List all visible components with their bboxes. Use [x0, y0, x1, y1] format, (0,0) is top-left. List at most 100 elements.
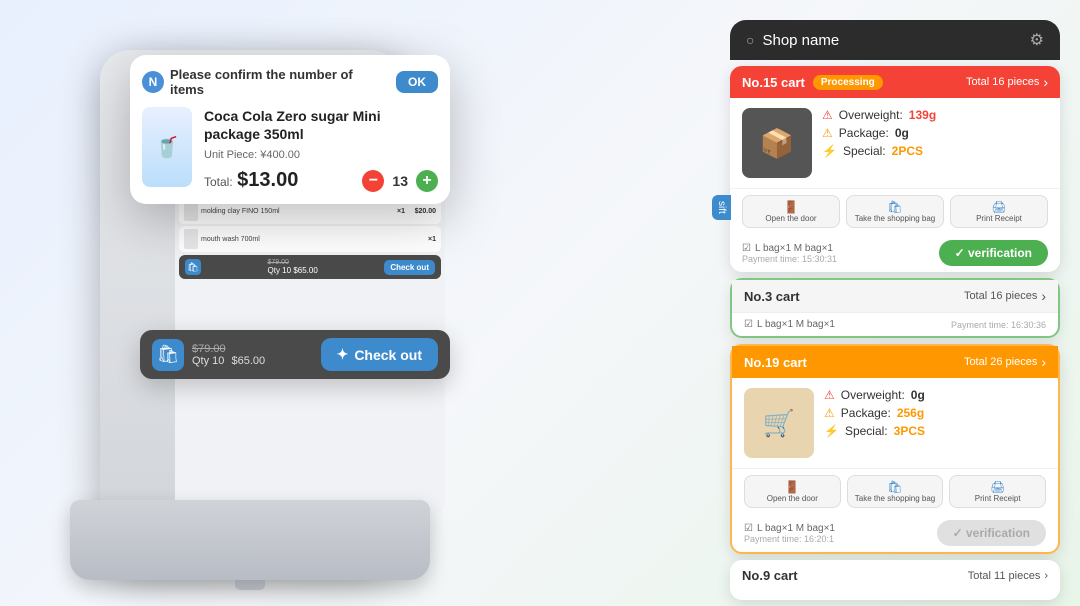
package-icon: ⚠: [822, 126, 833, 140]
bag-info-text: ☑ L bag×1 M bag×1: [742, 243, 837, 254]
chevron-right-19-icon: ›: [1041, 354, 1046, 370]
verification-button-15[interactable]: ✓ verification: [939, 240, 1048, 266]
checkout-orig-price: $79.00: [192, 343, 321, 355]
total-text: Total:: [204, 175, 233, 189]
right-panel: ○ Shop name ⚙ No.15 cart Processing Tota…: [730, 20, 1060, 600]
cart-3-bag-info: ☑ L bag×1 M bag×1: [744, 319, 835, 330]
confirm-dialog: N Please confirm the number of items OK …: [130, 55, 450, 204]
bag-action-icon: 🛍: [849, 200, 941, 214]
cart-19-bag-footer: ☑ L bag×1 M bag×1 Payment time: 16:20:1: [744, 523, 835, 544]
item-name-2: molding clay FINO 150ml: [201, 208, 388, 215]
bag-19-icon: 🛍: [850, 480, 941, 494]
cart-footer: 🛍 $79.00 Qty 10 $65.00 Check out: [179, 255, 441, 279]
bag-info-19: ☑ L bag×1 M bag×1: [744, 523, 835, 534]
kiosk-base: [70, 500, 430, 580]
product-name: Coca Cola Zero sugar Mini package 350ml: [204, 107, 438, 143]
confirm-title: Please confirm the number of items: [170, 67, 390, 97]
overweight-icon: ⚠: [822, 108, 833, 122]
item-qty-2: ×1: [391, 208, 405, 215]
cart-card-3: No.3 cart Total 16 pieces › ☑ L bag×1 M …: [730, 278, 1060, 338]
checkout-details: Qty 10 $65.00: [192, 355, 321, 367]
checkout-btn-small[interactable]: Check out: [384, 260, 435, 275]
checkout-info: $79.00 Qty 10 $65.00: [184, 343, 321, 367]
processing-badge: Processing: [813, 75, 883, 90]
cart-3-header: No.3 cart Total 16 pieces ›: [732, 280, 1058, 313]
open-door-19-button[interactable]: 🚪 Open the door: [744, 475, 841, 508]
cart-19-total-pieces: Total 26 pieces ›: [964, 354, 1046, 370]
n-badge: N: [142, 71, 164, 93]
shop-header: ○ Shop name ⚙: [730, 20, 1060, 60]
cart-15-body: 📦 ⚠ Overweight: 139g ⚠ Package: 0g ⚡ Spe…: [730, 98, 1060, 188]
cart-19-number: No.19 cart: [744, 355, 807, 370]
confirm-product: 🥤 Coca Cola Zero sugar Mini package 350m…: [142, 107, 438, 192]
cart-footer-total: $79.00 Qty 10 $65.00: [268, 259, 318, 275]
qty-number: 13: [392, 173, 408, 189]
unit-price: Unit Piece: ¥400.00: [204, 149, 438, 161]
special-19-label: Special:: [845, 424, 888, 438]
cart-15-number: No.15 cart: [742, 75, 805, 90]
confirm-dialog-header: N Please confirm the number of items OK: [142, 67, 438, 97]
print-receipt-button[interactable]: 🖨 Print Receipt: [950, 195, 1048, 228]
cart-3-body: ☑ L bag×1 M bag×1 Payment time: 16:30:36: [732, 313, 1058, 336]
cart-19-thumbnail: 🛒: [744, 388, 814, 458]
overweight-row-19: ⚠ Overweight: 0g: [824, 388, 1046, 402]
qty-minus-button[interactable]: −: [362, 170, 384, 192]
overweight-19-value: 0g: [911, 388, 925, 402]
cart-footer-qty-total: Qty 10 $65.00: [268, 266, 318, 275]
chevron-right-9-icon: ›: [1044, 570, 1048, 582]
special-19-icon: ⚡: [824, 424, 839, 438]
cart-19-body: 🛒 ⚠ Overweight: 0g ⚠ Package: 256g ⚡ Spe…: [732, 378, 1058, 468]
chevron-right-icon: ›: [1043, 74, 1048, 90]
overweight-19-icon: ⚠: [824, 388, 835, 402]
cart-3-number: No.3 cart: [744, 289, 800, 304]
print-19-icon: 🖨: [952, 480, 1043, 494]
cart-bag-icon: 🛍: [185, 259, 201, 275]
qty-control: − 13 +: [362, 170, 438, 192]
cart-19-header: No.19 cart Total 26 pieces ›: [732, 346, 1058, 378]
sift-button[interactable]: sift: [712, 195, 731, 220]
cart-card-15: No.15 cart Processing Total 16 pieces › …: [730, 66, 1060, 272]
package-19-label: Package:: [841, 406, 891, 420]
large-checkout-button[interactable]: ✦ Check out: [321, 338, 438, 371]
cart-19-details: ⚠ Overweight: 0g ⚠ Package: 256g ⚡ Speci…: [824, 388, 1046, 458]
overweight-row: ⚠ Overweight: 139g: [822, 108, 1048, 122]
open-door-button[interactable]: 🚪 Open the door: [742, 195, 840, 228]
total-label: Total: $13.00: [204, 169, 298, 192]
payment-time-3: Payment time: 16:30:36: [951, 320, 1046, 330]
confirm-ok-button[interactable]: OK: [396, 71, 438, 93]
package-19-icon: ⚠: [824, 406, 835, 420]
package-value: 0g: [895, 126, 909, 140]
total-row: Total: $13.00 − 13 +: [204, 169, 438, 192]
large-checkout-bar: 🛍 $79.00 Qty 10 $65.00 ✦ Check out: [140, 330, 450, 379]
payment-time-15: Payment time: 15:30:31: [742, 254, 837, 264]
print-icon: 🖨: [953, 200, 1045, 214]
print-receipt-19-button[interactable]: 🖨 Print Receipt: [949, 475, 1046, 508]
special-value: 2PCS: [892, 144, 923, 158]
cart-3-total-pieces: Total 16 pieces ›: [964, 288, 1046, 304]
cart-15-details: ⚠ Overweight: 139g ⚠ Package: 0g ⚡ Speci…: [822, 108, 1048, 178]
product-image: 🥤: [142, 107, 192, 187]
take-bag-19-button[interactable]: 🛍 Take the shopping bag: [847, 475, 944, 508]
package-label: Package:: [839, 126, 889, 140]
search-icon[interactable]: ○: [746, 32, 754, 48]
checkout-bag-icon: 🛍: [152, 339, 184, 371]
special-row: ⚡ Special: 2PCS: [822, 144, 1048, 158]
special-label: Special:: [843, 144, 886, 158]
cart-9-number: No.9 cart: [742, 568, 798, 583]
cart-15-thumbnail: 📦: [742, 108, 812, 178]
overweight-19-label: Overweight:: [841, 388, 905, 402]
checkout-label: Check out: [354, 347, 422, 363]
cart-19-footer: ☑ L bag×1 M bag×1 Payment time: 16:20:1 …: [732, 514, 1058, 552]
item-qty-3: ×1: [422, 236, 436, 243]
door-19-icon: 🚪: [747, 480, 838, 494]
product-info: Coca Cola Zero sugar Mini package 350ml …: [204, 107, 438, 192]
cart-15-bag-info: ☑ L bag×1 M bag×1 Payment time: 15:30:31: [742, 243, 837, 264]
cart-19-actions: 🚪 Open the door 🛍 Take the shopping bag …: [732, 468, 1058, 514]
gear-icon[interactable]: ⚙: [1030, 30, 1044, 50]
take-bag-button[interactable]: 🛍 Take the shopping bag: [846, 195, 944, 228]
cart-9-header-row: No.9 cart Total 11 pieces ›: [730, 560, 1060, 591]
cart-card-19: No.19 cart Total 26 pieces › 🛒 ⚠ Overwei…: [730, 344, 1060, 554]
cart-card-9: No.9 cart Total 11 pieces ›: [730, 560, 1060, 600]
qty-plus-button[interactable]: +: [416, 170, 438, 192]
total-value: $13.00: [237, 169, 298, 191]
